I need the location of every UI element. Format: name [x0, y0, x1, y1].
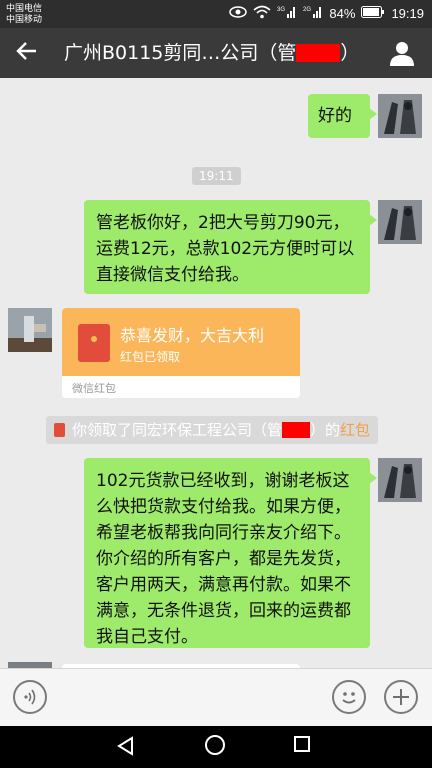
- battery-icon: [361, 6, 385, 21]
- signal-3g-icon: 3G: [277, 5, 297, 22]
- message-text: 102元货款已经收到，谢谢老板这么快把货款支付给我。如果方便，希望老板帮我向同行…: [96, 471, 351, 647]
- avatar[interactable]: [8, 308, 52, 352]
- arrow-left-icon[interactable]: [16, 40, 38, 67]
- avatar[interactable]: [378, 458, 422, 502]
- message-bubble[interactable]: 102元货款已经收到，谢谢老板这么快把货款支付给我。如果方便，希望老板帮我向同行…: [84, 458, 377, 648]
- timestamp-chip: 19:11: [192, 167, 241, 185]
- redacted-mark: [282, 422, 311, 438]
- red-envelope-icon: [54, 423, 65, 437]
- message-bubble[interactable]: 好的: [308, 94, 377, 138]
- avatar[interactable]: [378, 94, 422, 138]
- carrier-info: 中国电信 中国移动: [6, 3, 42, 25]
- nav-back-icon[interactable]: [116, 736, 136, 760]
- clock: 19:19: [391, 6, 424, 21]
- chat-area[interactable]: 好的 19:11 管老板你好，2把大号剪刀90元，运费12元，总款102元方便时…: [0, 78, 432, 668]
- input-bar: [0, 668, 432, 727]
- eye-icon: [229, 6, 248, 21]
- red-packet-footer: 微信红包: [72, 382, 116, 395]
- red-packet-link[interactable]: 红包: [340, 421, 370, 439]
- red-packet-title: 恭喜发财，大吉大利: [120, 326, 265, 345]
- system-nav-bar: [0, 726, 432, 768]
- message-bubble[interactable]: 管老板你好，2把大号剪刀90元，运费12元，总款102元方便时可以直接微信支付给…: [84, 200, 377, 294]
- red-packet-status: 红包已领取: [120, 350, 181, 364]
- status-icons: 3G 2G 84% 19:19: [229, 5, 424, 22]
- system-notice: 你领取了同宏环保工程公司（管 ）的红包: [46, 416, 379, 444]
- svg-text:2G: 2G: [303, 7, 311, 13]
- battery-level: 84%: [329, 6, 356, 21]
- nav-home-icon[interactable]: [205, 735, 225, 755]
- avatar[interactable]: [378, 200, 422, 244]
- chat-title-end: ）: [340, 42, 360, 64]
- redacted-mark: [296, 44, 341, 62]
- emoji-icon[interactable]: [332, 680, 366, 714]
- chat-header: 广州B0115剪同…公司（管 ）: [0, 28, 432, 78]
- system-notice-prefix: 你领取了同宏环保工程公司（管: [72, 421, 283, 439]
- red-packet-card[interactable]: 恭喜发财，大吉大利 红包已领取 微信红包: [62, 308, 300, 398]
- message-text: 好的: [318, 106, 352, 126]
- carrier-1: 中国电信: [6, 3, 43, 13]
- voice-icon[interactable]: [13, 680, 47, 714]
- svg-text:3G: 3G: [277, 7, 285, 13]
- red-envelope-icon: [78, 324, 110, 362]
- message-text: 管老板你好，2把大号剪刀90元，运费12元，总款102元方便时可以直接微信支付给…: [96, 213, 355, 285]
- carrier-2: 中国移动: [6, 14, 43, 24]
- plus-icon[interactable]: [384, 680, 418, 714]
- status-bar: 中国电信 中国移动 3G 2G 84% 19:19: [0, 0, 432, 28]
- system-notice-suffix: ）的: [310, 421, 341, 439]
- person-icon[interactable]: [390, 40, 414, 66]
- chat-title: 广州B0115剪同…公司（管 ）: [64, 41, 359, 65]
- wifi-icon: [253, 5, 271, 22]
- chat-title-start: 广州B0115剪同…公司（管: [64, 42, 297, 64]
- nav-recent-icon[interactable]: [294, 736, 310, 752]
- signal-2g-icon: 2G: [303, 5, 323, 22]
